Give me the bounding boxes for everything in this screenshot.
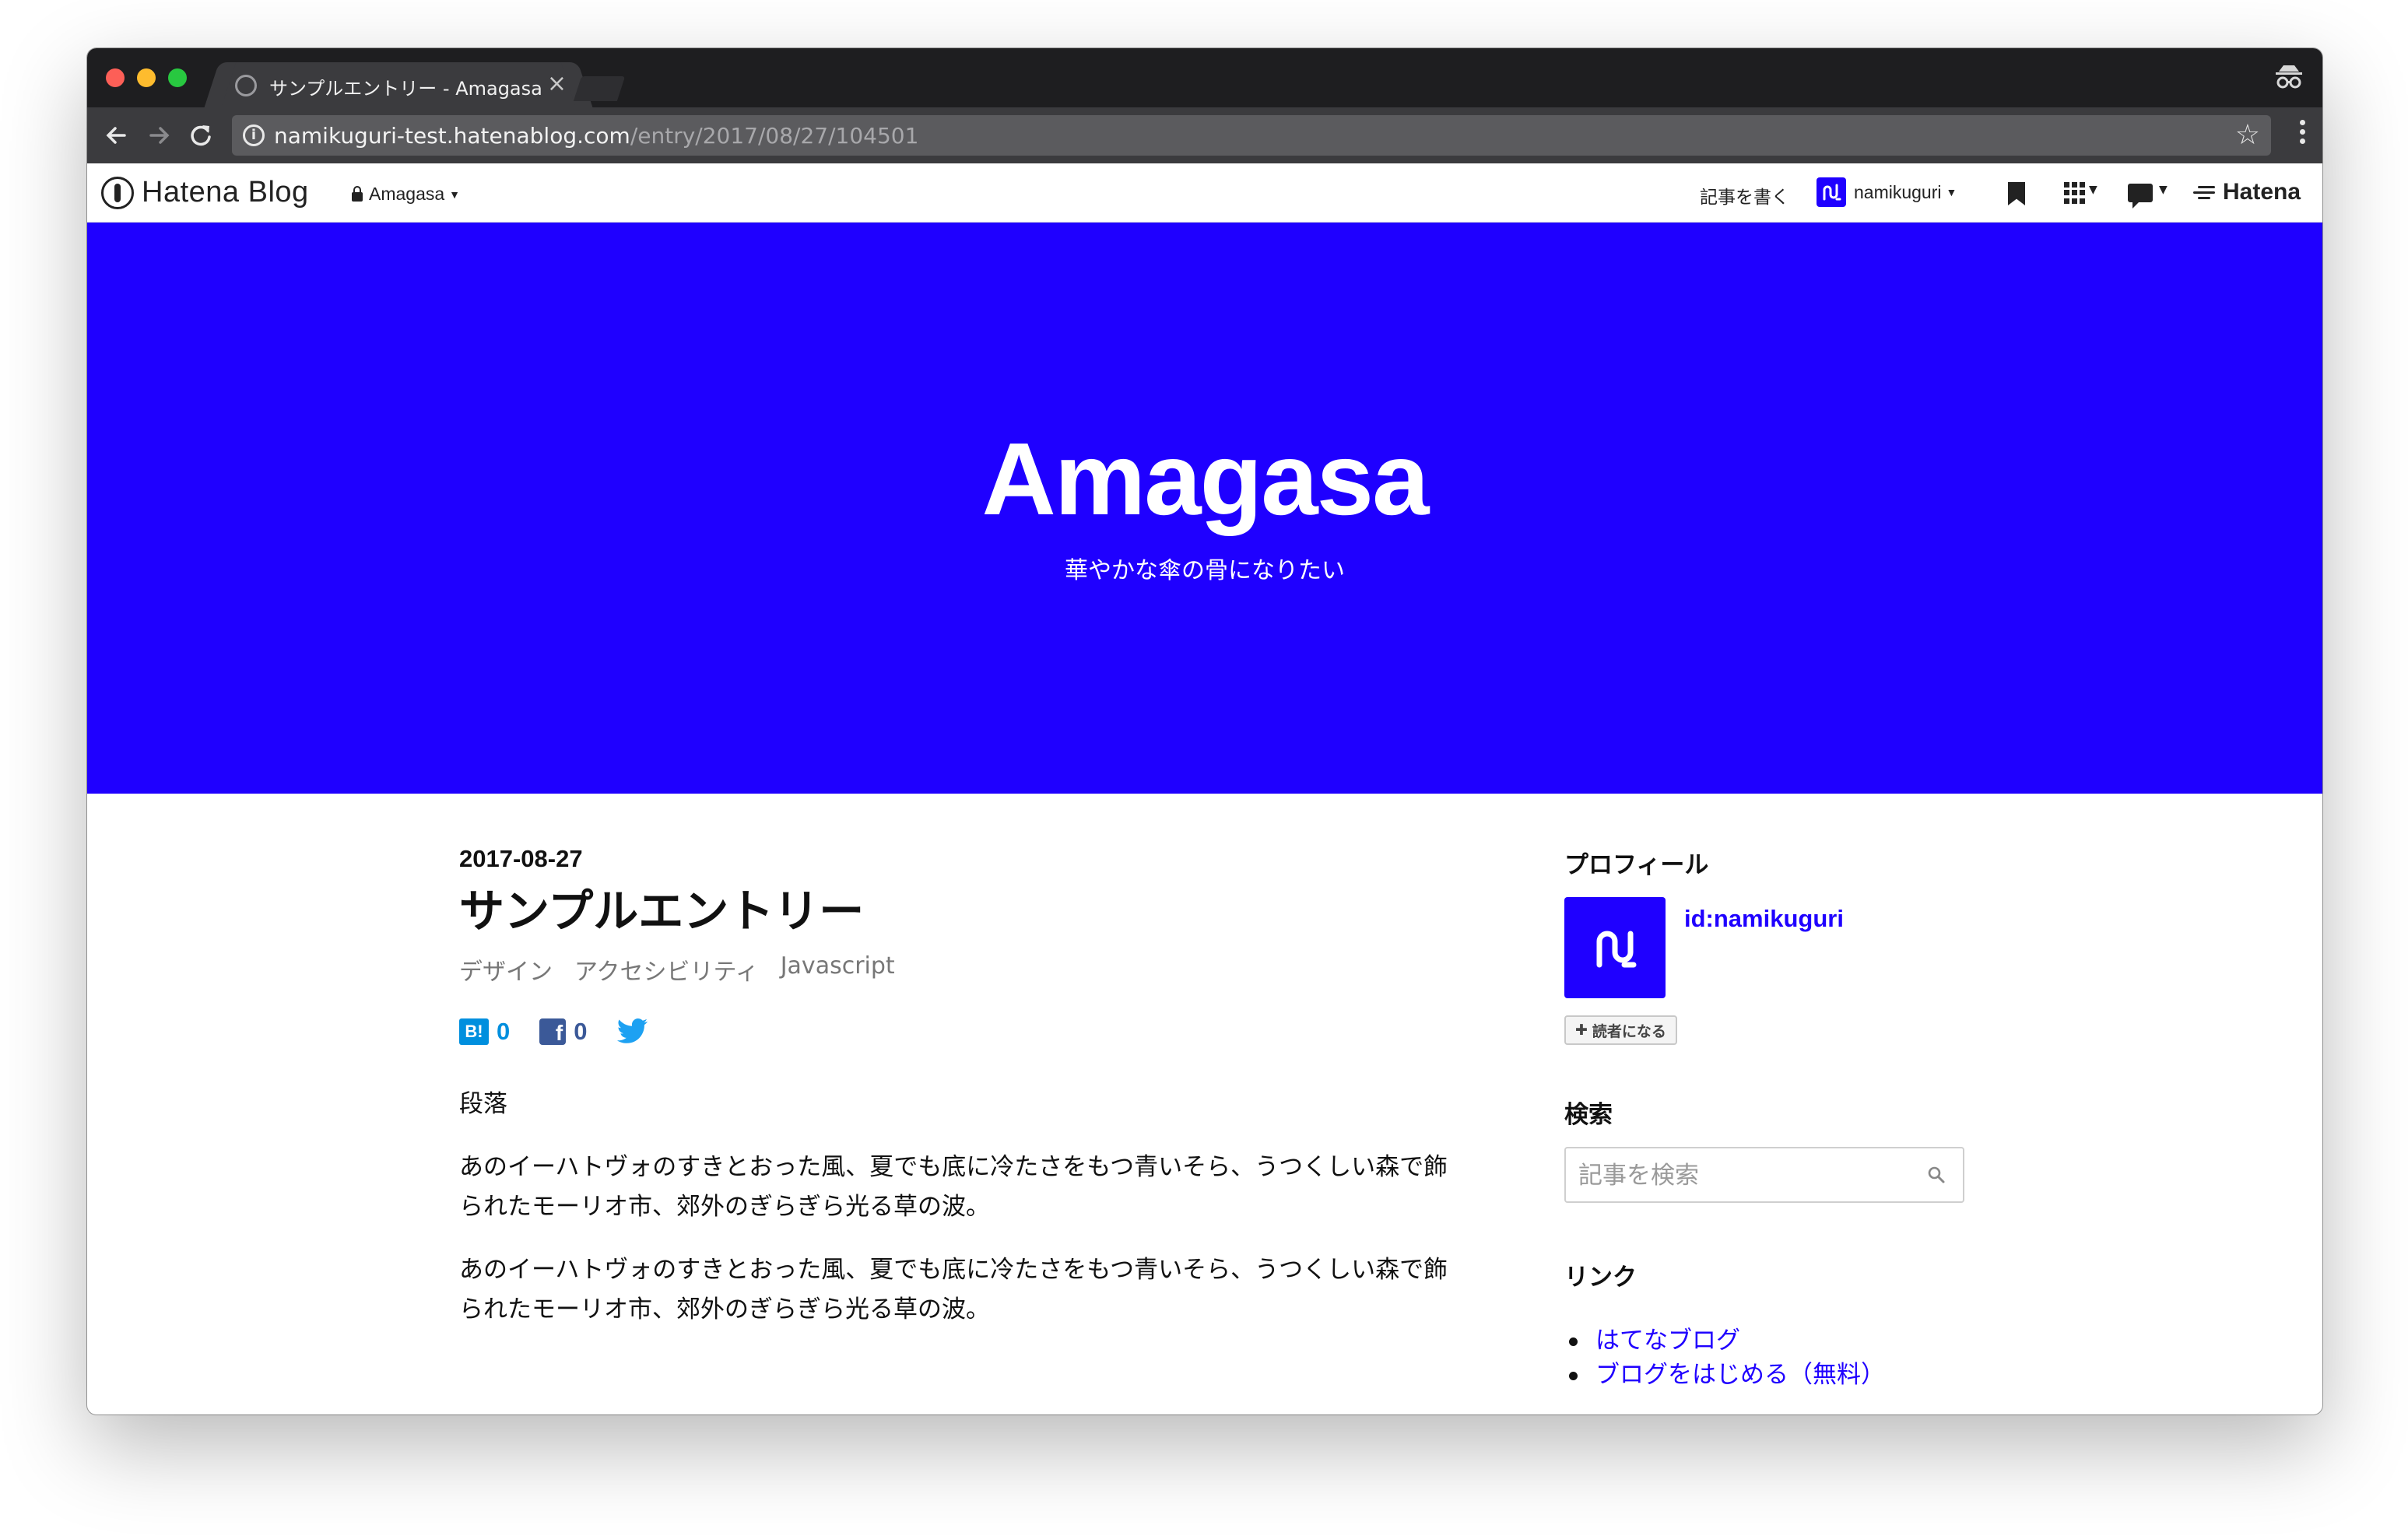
plus-icon: ✚ <box>1575 1022 1588 1039</box>
back-arrow-icon <box>106 127 126 144</box>
search-icon[interactable] <box>1927 1166 1946 1184</box>
hatena-blog-logo-icon <box>101 176 134 209</box>
incognito-icon <box>2276 65 2302 89</box>
category-link[interactable]: Javascript <box>781 952 895 987</box>
entry-article: 2017-08-27 サンプルエントリー デザイン アクセシビリティ Javas… <box>459 845 1471 1353</box>
zoom-window-button[interactable] <box>168 68 187 87</box>
reload-icon <box>191 125 211 146</box>
caret-down-icon: ▼ <box>1946 186 1957 198</box>
share-buttons: B! 0 f 0 <box>459 1018 1471 1046</box>
user-avatar <box>1817 177 1846 207</box>
hatena-link[interactable]: Hatena <box>2193 179 2301 205</box>
category-link[interactable]: デザイン <box>459 952 553 987</box>
forward-button[interactable] <box>142 118 176 152</box>
favicon-icon <box>235 75 257 96</box>
facebook-share-count: 0 <box>574 1018 588 1045</box>
link-item[interactable]: ブログをはじめる（無料） <box>1564 1358 1985 1392</box>
back-button[interactable] <box>100 118 134 152</box>
hatena-navbar: Hatena Blog Amagasa ▼ 記事を書く namikuguri ▼… <box>87 163 2322 223</box>
write-entry-link[interactable]: 記事を書く <box>1700 182 1789 209</box>
twitter-share-button[interactable] <box>616 1018 648 1045</box>
profile-id-link[interactable]: id:namikuguri <box>1684 905 1844 998</box>
tab-title: サンプルエントリー - Amagasa <box>269 78 542 100</box>
bookmark-star-icon[interactable]: ☆ <box>2235 121 2260 149</box>
new-tab-button[interactable] <box>573 76 626 101</box>
notification-icon[interactable] <box>2128 184 2153 209</box>
caret-down-icon: ▼ <box>2089 184 2097 196</box>
blog-description: 華やかな傘の骨になりたい <box>1065 557 1345 584</box>
browser-window: サンプルエントリー - Amagasa × i namikuguri-test.… <box>87 48 2322 1415</box>
address-bar[interactable]: i namikuguri-test.hatenablog.com/entry/2… <box>232 115 2271 156</box>
sidebar: プロフィール id:namikuguri ✚ 読者になる 検索 リンク はてなブ… <box>1564 845 1985 1392</box>
hatena-bookmark-button[interactable]: B! 0 <box>459 1018 510 1046</box>
entry-paragraph: あのイーハトヴォのすきとおった風、夏でも底に冷たさをもつ青いそら、うつくしい森で… <box>459 1153 1448 1221</box>
facebook-icon: f <box>539 1018 567 1045</box>
tab-strip: サンプルエントリー - Amagasa × <box>87 48 2322 107</box>
lock-icon <box>352 185 363 202</box>
hatena-bookmark-icon: B! <box>459 1018 489 1045</box>
search-heading: 検索 <box>1564 1101 1613 1129</box>
url-text: namikuguri-test.hatenablog.com/entry/201… <box>274 123 919 149</box>
site-info-icon[interactable]: i <box>243 124 265 146</box>
browser-menu-icon[interactable] <box>2297 120 2307 151</box>
entry-body: 段落 あのイーハトヴォのすきとおった風、夏でも底に冷たさをもつ青いそら、うつくし… <box>459 1085 1471 1330</box>
hatena-logo-icon <box>2193 184 2217 200</box>
profile-avatar[interactable] <box>1564 897 1666 998</box>
user-menu[interactable]: namikuguri ▼ <box>1817 177 1957 207</box>
bookmark-icon[interactable] <box>2008 182 2025 205</box>
entry-title[interactable]: サンプルエントリー <box>459 884 1471 938</box>
forward-arrow-icon <box>149 127 170 144</box>
minimize-window-button[interactable] <box>137 68 156 87</box>
subscribe-button[interactable]: ✚ 読者になる <box>1564 1015 1677 1045</box>
facebook-share-button[interactable]: f 0 <box>539 1018 588 1046</box>
hatena-blog-logo[interactable]: Hatena Blog <box>101 176 309 209</box>
links-list: はてなブログ ブログをはじめる（無料） <box>1564 1323 1985 1392</box>
profile-heading: プロフィール <box>1564 851 1709 879</box>
caret-down-icon: ▼ <box>449 188 461 201</box>
browser-toolbar: i namikuguri-test.hatenablog.com/entry/2… <box>87 107 2322 163</box>
category-link[interactable]: アクセシビリティ <box>574 952 759 987</box>
links-heading: リンク <box>1564 1264 1637 1292</box>
entry-date[interactable]: 2017-08-27 <box>459 845 1471 873</box>
blog-selector[interactable]: Amagasa ▼ <box>352 184 460 205</box>
entry-paragraph: 段落 <box>459 1090 507 1118</box>
hatena-bookmark-count: 0 <box>497 1018 511 1045</box>
entry-categories: デザイン アクセシビリティ Javascript <box>459 952 1471 987</box>
blog-title[interactable]: Amagasa <box>87 425 2322 534</box>
apps-grid-icon[interactable] <box>2064 182 2086 204</box>
browser-tab-active[interactable]: サンプルエントリー - Amagasa × <box>219 62 577 107</box>
reload-button[interactable] <box>184 118 218 152</box>
close-window-button[interactable] <box>106 68 125 87</box>
entry-paragraph: あのイーハトヴォのすきとおった風、夏でも底に冷たさをもつ青いそら、うつくしい森で… <box>459 1256 1448 1323</box>
blog-header-banner: Amagasa 華やかな傘の骨になりたい <box>87 223 2322 794</box>
profile-module: id:namikuguri <box>1564 897 1985 998</box>
caret-down-icon: ▼ <box>2159 184 2168 196</box>
link-item[interactable]: はてなブログ <box>1564 1323 1985 1358</box>
tab-close-icon[interactable]: × <box>547 70 567 97</box>
search-input[interactable] <box>1578 1159 1921 1192</box>
profile-logo-icon <box>1596 931 1637 968</box>
search-form <box>1564 1147 1964 1203</box>
